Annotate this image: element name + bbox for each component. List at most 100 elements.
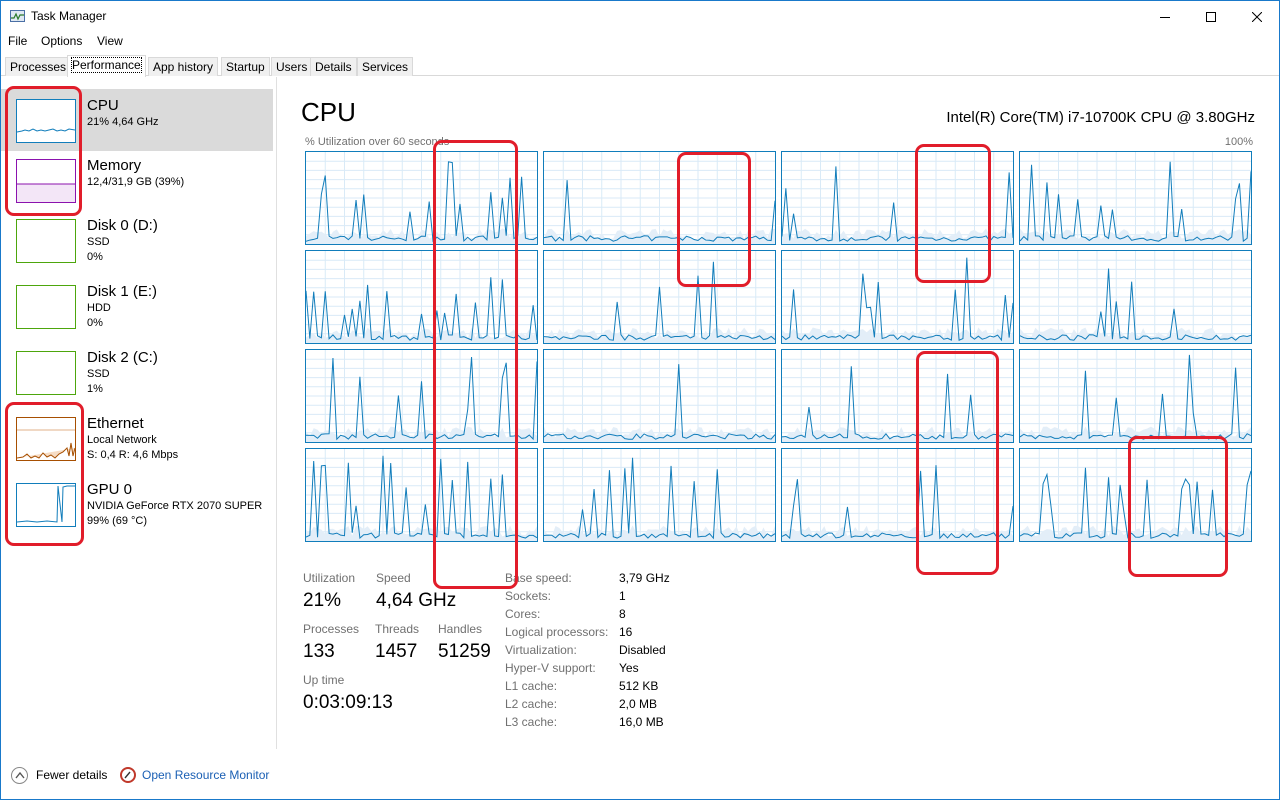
sidebar-item-memory[interactable]: Memory 12,4/31,9 GB (39%) <box>1 149 273 211</box>
tab-bar: Processes Performance App history Startu… <box>1 55 1279 77</box>
sidebar-subtext: 0% <box>87 251 103 263</box>
graph-max-label: 100% <box>1224 136 1253 148</box>
threads-value: 1457 <box>375 641 418 662</box>
task-manager-window: Task Manager File Options View Processes… <box>0 0 1280 800</box>
spec-value: 1 <box>619 589 626 603</box>
spec-value: 3,79 GHz <box>619 571 670 585</box>
tab-label: Startup <box>226 60 265 74</box>
tab-performance[interactable]: Performance <box>67 55 146 77</box>
disk-2-thumbnail-graph <box>16 351 76 395</box>
spec-label: Hyper-V support: <box>505 661 596 675</box>
resource-sidebar: CPU 21% 4,64 GHz Memory 12,4/31,9 GB (39… <box>1 77 277 749</box>
logical-processor-graph-4 <box>305 250 538 344</box>
logical-processor-graph-10 <box>781 349 1014 443</box>
logical-processor-graphs <box>305 151 1254 545</box>
logical-processor-graph-13 <box>543 448 776 542</box>
threads-label: Threads <box>375 622 420 636</box>
spec-value: 16 <box>619 625 633 639</box>
logical-processor-graph-7 <box>1019 250 1252 344</box>
menu-bar: File Options View <box>1 32 1279 52</box>
logical-processor-graph-0 <box>305 151 538 245</box>
spec-label: Logical processors: <box>505 625 609 639</box>
sidebar-subtext: NVIDIA GeForce RTX 2070 SUPER <box>87 500 263 512</box>
tab-label: Services <box>362 60 409 74</box>
tab-label: Users <box>276 60 308 74</box>
menu-options[interactable]: Options <box>41 34 82 48</box>
graph-caption: % Utilization over 60 seconds <box>305 136 450 148</box>
page-title: CPU <box>301 97 356 127</box>
sidebar-title: CPU <box>87 97 119 114</box>
sidebar-item-disk-1[interactable]: Disk 1 (E:) HDD 0% <box>1 275 273 337</box>
close-icon <box>1252 11 1262 22</box>
gpu-thumbnail-line <box>17 485 75 523</box>
spec-label: Virtualization: <box>505 643 577 657</box>
minimize-icon <box>1160 16 1170 18</box>
speed-value: 4,64 GHz <box>376 590 457 611</box>
title-bar: Task Manager <box>1 1 1279 32</box>
sidebar-title: Disk 2 (C:) <box>87 349 158 366</box>
handles-label: Handles <box>438 622 483 636</box>
memory-thumbnail-graph <box>16 159 76 203</box>
tab-app-history[interactable]: App history <box>148 57 219 76</box>
tab-label: Details <box>315 60 352 74</box>
sidebar-item-gpu-0[interactable]: GPU 0 NVIDIA GeForce RTX 2070 SUPER 99% … <box>1 473 273 535</box>
sidebar-title: GPU 0 <box>87 481 133 498</box>
tab-processes[interactable]: Processes <box>5 57 72 76</box>
tab-users[interactable]: Users <box>271 57 313 76</box>
ethernet-thumbnail-line <box>17 429 75 459</box>
processes-value: 133 <box>303 641 335 662</box>
logical-processor-graph-9 <box>543 349 776 443</box>
tab-label: App history <box>153 60 214 74</box>
sidebar-title: Disk 1 (E:) <box>87 283 158 300</box>
sidebar-title: Ethernet <box>87 415 144 432</box>
tab-services[interactable]: Services <box>357 57 414 76</box>
spec-label: Cores: <box>505 607 541 621</box>
cpu-model-name: Intel(R) Core(TM) i7-10700K CPU @ 3.80GH… <box>946 109 1255 126</box>
spec-value: Disabled <box>619 643 666 657</box>
logical-processor-graph-15 <box>1019 448 1252 542</box>
cpu-thumbnail-graph <box>16 99 76 143</box>
sidebar-subtext: 21% 4,64 GHz <box>87 116 159 128</box>
sidebar-subtext: 99% (69 °C) <box>87 515 148 527</box>
sidebar-item-disk-2[interactable]: Disk 2 (C:) SSD 1% <box>1 341 273 403</box>
gpu-0-thumbnail-graph <box>16 483 76 527</box>
maximize-icon <box>1206 11 1216 22</box>
sidebar-subtext: 0% <box>87 317 103 329</box>
sidebar-subtext: 12,4/31,9 GB (39%) <box>87 176 185 188</box>
logical-processor-graph-12 <box>305 448 538 542</box>
maximize-button[interactable] <box>1188 1 1234 32</box>
resource-monitor-icon[interactable] <box>120 767 136 783</box>
logical-processor-graph-2 <box>781 151 1014 245</box>
menu-view[interactable]: View <box>97 34 123 48</box>
logical-processor-graph-8 <box>305 349 538 443</box>
minimize-button[interactable] <box>1142 1 1188 32</box>
tab-startup[interactable]: Startup <box>221 57 270 76</box>
sidebar-title: Memory <box>87 157 142 174</box>
logical-processor-graph-5 <box>543 250 776 344</box>
fewer-details-link[interactable]: Fewer details <box>36 768 107 782</box>
memory-thumbnail-fill <box>17 183 75 202</box>
sidebar-subtext: S: 0,4 R: 4,6 Mbps <box>87 449 179 461</box>
sidebar-item-disk-0[interactable]: Disk 0 (D:) SSD 0% <box>1 209 273 271</box>
close-button[interactable] <box>1234 1 1280 32</box>
speed-label: Speed <box>376 571 411 585</box>
tab-label: Performance <box>71 57 142 73</box>
utilization-label: Utilization <box>303 571 356 585</box>
uptime-value: 0:03:09:13 <box>303 692 393 713</box>
window-title: Task Manager <box>31 9 107 23</box>
sidebar-item-cpu[interactable]: CPU 21% 4,64 GHz <box>1 89 273 151</box>
menu-file[interactable]: File <box>8 34 27 48</box>
sidebar-item-ethernet[interactable]: Ethernet Local Network S: 0,4 R: 4,6 Mbp… <box>1 407 273 469</box>
chevron-up-icon[interactable] <box>11 767 28 784</box>
cpu-thumbnail-line <box>17 128 75 133</box>
logical-processor-graph-3 <box>1019 151 1252 245</box>
utilization-value: 21% <box>303 590 342 611</box>
tab-details[interactable]: Details <box>310 57 357 76</box>
spec-value: Yes <box>619 661 639 675</box>
spec-value: 8 <box>619 607 626 621</box>
sidebar-subtext: HDD <box>87 302 111 314</box>
spec-label: Sockets: <box>505 589 552 603</box>
sidebar-subtext: SSD <box>87 368 110 380</box>
open-resource-monitor-link[interactable]: Open Resource Monitor <box>142 768 269 782</box>
spec-label: L3 cache: <box>505 715 558 729</box>
